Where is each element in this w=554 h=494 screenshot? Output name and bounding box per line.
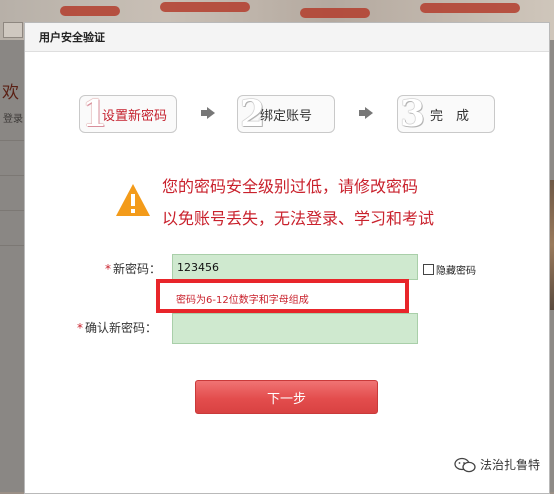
confirm-password-input[interactable] [172,313,418,344]
hide-password-checkbox[interactable] [423,264,434,275]
warning-message-line1: 您的密码安全级别过低，请修改密码 [162,177,419,196]
arrow-right-icon [201,107,215,119]
dialog-title: 用户安全验证 [25,23,549,52]
banner-decoration [60,6,120,16]
new-password-label-text: 新密码： [113,262,162,276]
banner-decoration [160,2,250,12]
step-complete: 3 完 成 [397,93,495,135]
banner-decoration [300,8,370,18]
hide-password-label: 隐藏密码 [436,266,476,277]
warning-message-line2: 以免账号丢失，无法登录、学习和考试 [162,209,435,228]
warning-icon [116,184,150,216]
new-password-input[interactable]: 123456 [172,254,418,280]
step-bind-account: 2 绑定账号 [237,94,335,134]
watermark: 法治扎鲁特 [454,456,540,473]
step-set-new-password: 1 设置新密码 [79,94,177,134]
background-welcome-text: 欢 [2,83,19,103]
new-password-label: * 新密码： [105,260,161,277]
background-sidebar [0,40,24,492]
banner-decoration [420,3,520,13]
step-label: 绑定账号 [260,108,313,124]
required-mark: * [77,321,83,335]
confirm-password-label: * 确认新密码： [77,319,157,336]
step-label: 完 成 [430,108,470,124]
new-password-value: 123456 [177,260,219,274]
security-verification-dialog: 用户安全验证 1 设置新密码 2 绑定账号 3 完 成 您的密码安全级别过低，请… [24,22,550,494]
step-label: 设置新密码 [102,108,168,124]
step-progress: 1 设置新密码 2 绑定账号 3 完 成 [25,93,549,135]
watermark-text: 法治扎鲁特 [480,458,541,472]
hide-password-toggle[interactable]: 隐藏密码 [423,262,476,277]
step-number: 3 [400,93,426,135]
background-login-text: 登录 [3,114,23,125]
confirm-password-label-text: 确认新密码： [85,321,158,335]
password-hint: 密码为6-12位数字和字母组成 [176,295,309,306]
background-tab-icon [3,22,23,38]
next-step-button[interactable]: 下一步 [195,380,378,414]
arrow-right-icon [359,107,373,119]
wechat-icon [454,457,476,472]
required-mark: * [105,262,111,276]
